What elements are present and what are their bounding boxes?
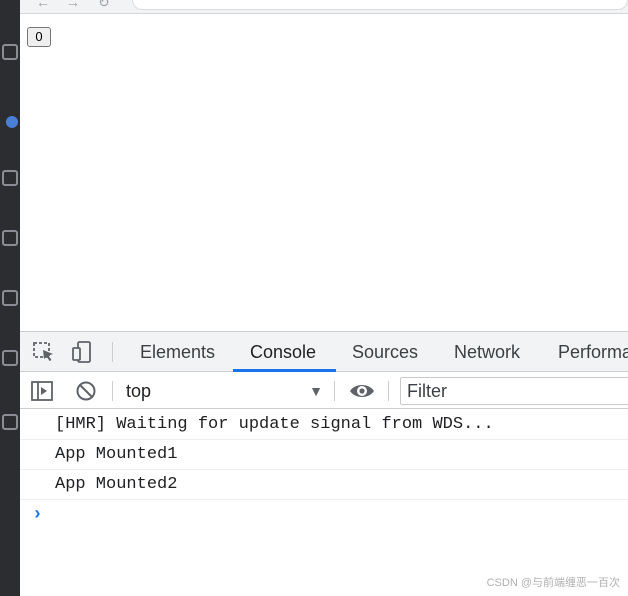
- counter-button[interactable]: 0: [27, 27, 51, 47]
- address-bar[interactable]: [132, 0, 628, 10]
- active-tab-indicator: [233, 369, 336, 372]
- forward-icon[interactable]: →: [66, 0, 80, 10]
- tab-console[interactable]: Console: [250, 332, 316, 372]
- clear-console-icon[interactable]: [74, 379, 98, 403]
- divider: [112, 342, 113, 362]
- divider: [388, 381, 389, 401]
- tab-elements[interactable]: Elements: [140, 332, 215, 372]
- extensions-icon[interactable]: [2, 230, 18, 246]
- prompt-chevron-icon: ›: [32, 505, 43, 525]
- chevron-down-icon: ▼: [309, 383, 323, 399]
- device-toolbar-icon[interactable]: [70, 340, 94, 364]
- console-prompt[interactable]: ›: [20, 500, 628, 530]
- panel-icon[interactable]: [2, 414, 18, 430]
- inspect-element-icon[interactable]: [32, 340, 56, 364]
- context-value: top: [126, 381, 152, 401]
- reload-icon[interactable]: ↻: [98, 0, 110, 11]
- browser-toolbar: ← → ↻: [20, 0, 628, 14]
- context-selector[interactable]: top ▼: [116, 373, 331, 409]
- tab-network[interactable]: Network: [454, 332, 520, 372]
- filter-input[interactable]: [400, 377, 628, 405]
- watermark: CSDN @与前端缠恶一百次: [486, 577, 620, 589]
- console-toolbar: top ▼: [20, 373, 628, 409]
- side-activity-bar: [0, 0, 20, 596]
- explorer-icon[interactable]: [2, 350, 18, 366]
- sidebar-toggle-icon[interactable]: [30, 379, 54, 403]
- remote-icon[interactable]: [2, 290, 18, 306]
- divider: [334, 381, 335, 401]
- tab-performance[interactable]: Performa: [558, 332, 628, 372]
- console-output: [HMR] Waiting for update signal from WDS…: [20, 410, 628, 530]
- devtools-panel: Elements Console Sources Network Perform…: [20, 331, 628, 596]
- console-message: App Mounted2: [20, 470, 628, 500]
- console-message: App Mounted1: [20, 440, 628, 470]
- live-expression-eye-icon[interactable]: [348, 379, 376, 403]
- console-message: [HMR] Waiting for update signal from WDS…: [20, 410, 628, 440]
- devtools-tabbar: Elements Console Sources Network Perform…: [20, 332, 628, 372]
- page-viewport: 0: [20, 15, 628, 331]
- source-control-icon[interactable]: [6, 116, 18, 128]
- debug-icon[interactable]: [2, 170, 18, 186]
- search-icon[interactable]: [2, 44, 18, 60]
- back-icon[interactable]: ←: [36, 0, 50, 10]
- divider: [112, 381, 113, 401]
- tab-sources[interactable]: Sources: [352, 332, 418, 372]
